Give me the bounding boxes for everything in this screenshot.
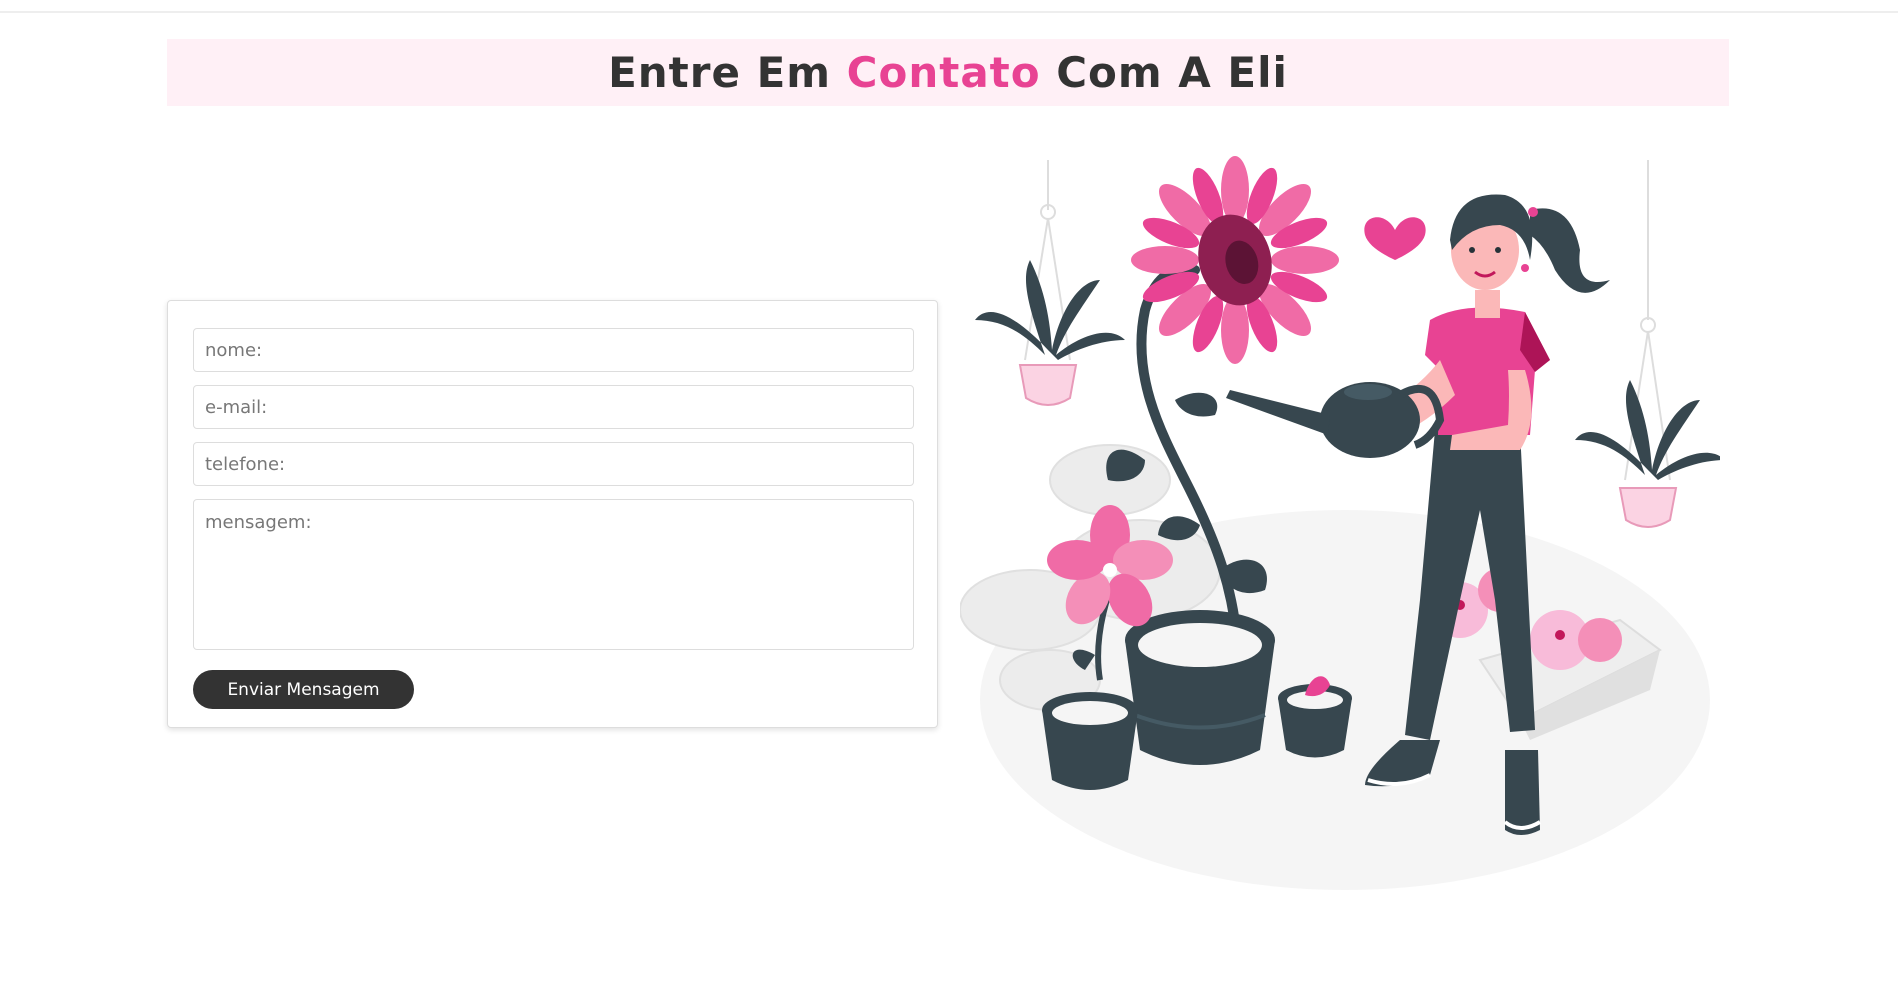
page-title: Entre Em Contato Com A Eli xyxy=(608,48,1288,97)
message-textarea[interactable] xyxy=(193,499,914,650)
sunflower-head xyxy=(1131,156,1339,364)
heart-icon xyxy=(1364,217,1426,260)
small-pot-left xyxy=(1042,692,1138,790)
heading-banner: Entre Em Contato Com A Eli xyxy=(167,39,1729,106)
title-accent: Contato xyxy=(846,48,1041,97)
big-pot xyxy=(1125,610,1275,765)
top-navbar xyxy=(0,0,1898,13)
send-message-button[interactable]: Enviar Mensagem xyxy=(193,670,414,709)
title-part-2: Com A Eli xyxy=(1040,48,1288,97)
watering-can xyxy=(1226,382,1445,458)
email-input[interactable] xyxy=(193,385,914,429)
title-part-1: Entre Em xyxy=(608,48,847,97)
woman-watering-plants-illustration xyxy=(960,156,1720,890)
hanging-plant-left xyxy=(975,160,1125,406)
hanging-plant-right xyxy=(1575,160,1720,528)
contact-form: Enviar Mensagem xyxy=(167,300,938,728)
phone-input[interactable] xyxy=(193,442,914,486)
small-pot-right xyxy=(1278,676,1352,758)
name-input[interactable] xyxy=(193,328,914,372)
